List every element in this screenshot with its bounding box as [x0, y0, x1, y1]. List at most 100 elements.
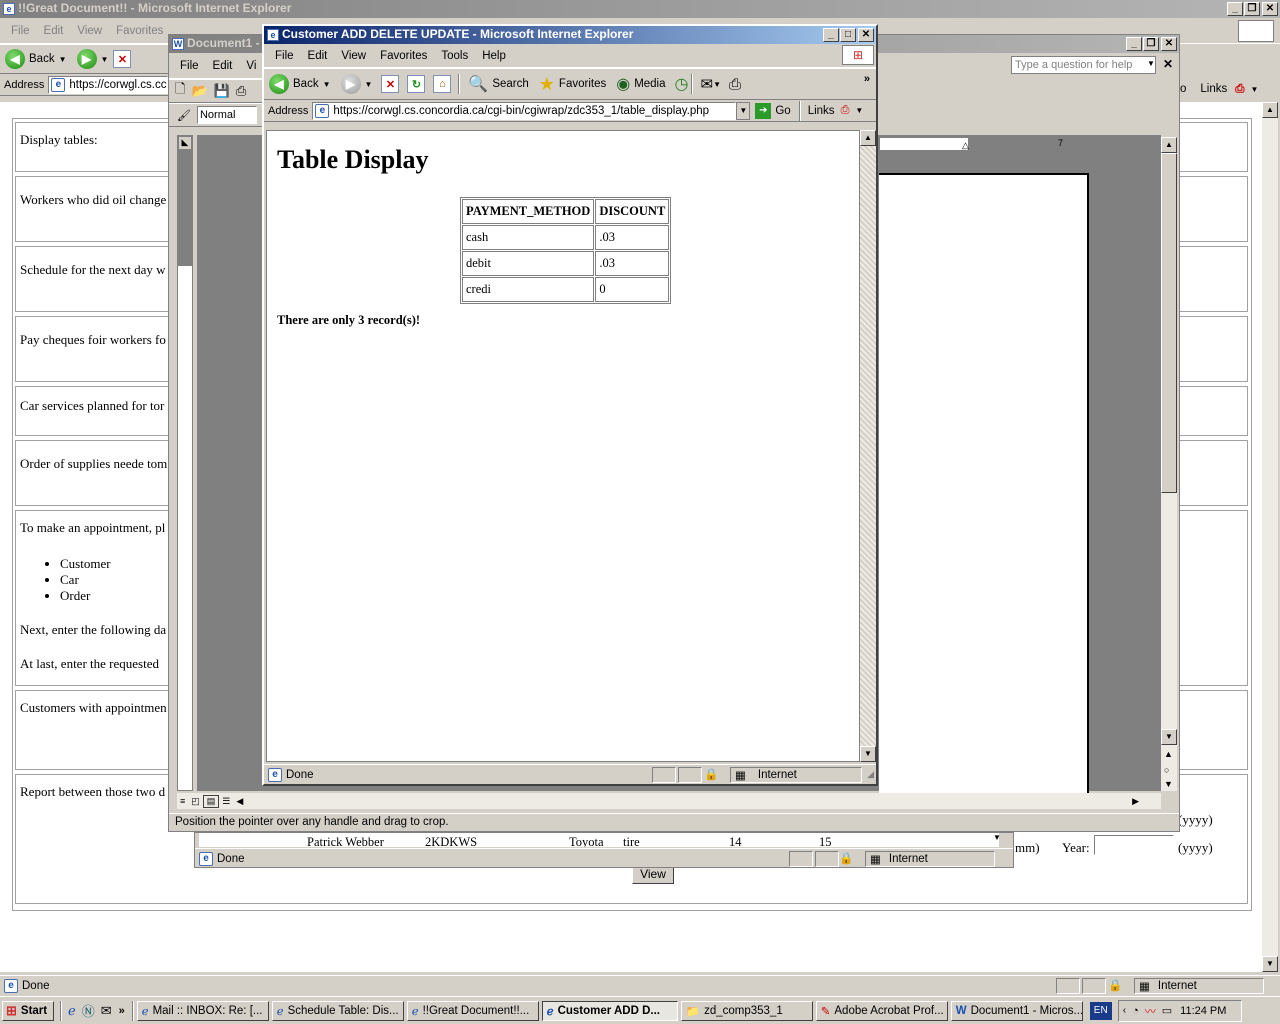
- popup-links-button[interactable]: Links: [808, 105, 835, 117]
- page-icon: e: [51, 77, 66, 92]
- normal-view-icon[interactable]: ≡: [177, 796, 188, 806]
- task-word[interactable]: W Document1 - Micros...: [950, 1000, 1083, 1021]
- main-forward-button[interactable]: ▶ ▼: [72, 47, 114, 71]
- word-minimize-button[interactable]: _: [1126, 37, 1142, 51]
- popup-maximize-button[interactable]: □: [840, 28, 856, 42]
- restore-button[interactable]: ❐: [1244, 2, 1260, 16]
- print-icon[interactable]: ⎙: [729, 76, 741, 93]
- task-schedule[interactable]: ℯ Schedule Table: Dis...: [271, 1000, 404, 1021]
- word-hscroll[interactable]: ≡ ◰ ▤ ☰ ◀ ▶: [177, 793, 1161, 809]
- task-folder[interactable]: 📁 zd_comp353_1: [680, 1000, 813, 1021]
- help-dropdown-icon[interactable]: ▼: [1147, 59, 1155, 68]
- task-acrobat[interactable]: ✎ Adobe Acrobat Prof...: [815, 1000, 948, 1021]
- task-great-document[interactable]: ℯ !!Great Document!!...: [406, 1000, 539, 1021]
- menu-file[interactable]: File: [4, 25, 37, 37]
- main-title-bar[interactable]: e !!Great Document!! - Microsoft Interne…: [0, 0, 1280, 18]
- task-mail[interactable]: ℯ Mail :: INBOX: Re: [...: [136, 1000, 269, 1021]
- stop-icon[interactable]: ✕: [381, 75, 400, 93]
- popup-title-bar[interactable]: e Customer ADD DELETE UPDATE - Microsoft…: [264, 26, 876, 44]
- popup-ie-window: e Customer ADD DELETE UPDATE - Microsoft…: [262, 24, 878, 786]
- toolbar-chevron-icon[interactable]: »: [864, 73, 870, 85]
- popup-menu-view[interactable]: View: [334, 50, 373, 62]
- word-scroll-down[interactable]: ▼: [1161, 729, 1177, 745]
- word-menu-edit[interactable]: Edit: [206, 60, 240, 72]
- scroll-up-button[interactable]: ▲: [1262, 102, 1278, 118]
- popup-scroll-down[interactable]: ▼: [860, 746, 876, 762]
- print-icon[interactable]: ⎙: [236, 83, 246, 99]
- scroll-down-button[interactable]: ▼: [1262, 956, 1278, 972]
- refresh-icon[interactable]: ↻: [407, 75, 426, 93]
- word-scroll-thumb[interactable]: [1161, 153, 1177, 493]
- open-icon[interactable]: 📂: [191, 83, 207, 99]
- browse-object-icon[interactable]: ○: [1164, 765, 1169, 775]
- tray-icon-3[interactable]: ▭: [1162, 1004, 1172, 1017]
- quicklaunch-ie-icon[interactable]: ℯ: [68, 1003, 76, 1019]
- popup-go-button[interactable]: ➔ Go: [750, 101, 795, 121]
- task-customer[interactable]: ℯ Customer ADD D...: [541, 1000, 678, 1021]
- popup-scrollbar[interactable]: ▲ ▼: [860, 130, 876, 762]
- lang-indicator[interactable]: EN: [1089, 1001, 1112, 1020]
- page-icon: e: [268, 767, 282, 782]
- popup-menu-tools[interactable]: Tools: [434, 50, 475, 62]
- popup-media-button[interactable]: ◉ Media: [611, 72, 670, 96]
- acrobat-icon[interactable]: ⎙: [1235, 83, 1244, 96]
- save-icon[interactable]: 💾: [214, 83, 230, 99]
- tray-icon-2[interactable]: 〰: [1145, 1003, 1156, 1019]
- main-links-button[interactable]: Links: [1200, 83, 1227, 95]
- popup-back-button[interactable]: ◀ Back ▼: [264, 72, 336, 96]
- mail-icon[interactable]: ✉: [700, 75, 713, 93]
- quicklaunch-netscape-icon[interactable]: Ⓝ: [82, 1001, 95, 1020]
- close-button[interactable]: ✕: [1262, 2, 1278, 16]
- quicklaunch-more-icon[interactable]: »: [119, 1005, 125, 1017]
- next-page-icon[interactable]: ▼: [1164, 779, 1173, 789]
- embedded-scroll-down[interactable]: ▼: [993, 833, 1001, 842]
- popup-scroll-up[interactable]: ▲: [860, 130, 876, 146]
- word-scroll-up[interactable]: ▲: [1161, 137, 1177, 153]
- web-view-icon[interactable]: ◰: [188, 796, 203, 807]
- resize-grip-icon[interactable]: ◢: [867, 769, 874, 780]
- tray-arrow-icon[interactable]: ‹: [1123, 1005, 1126, 1016]
- stop-icon[interactable]: ✕: [113, 50, 132, 68]
- tray-icon-1[interactable]: ◔: [1132, 1005, 1139, 1017]
- popup-favorites-button[interactable]: ★ Favorites: [534, 72, 611, 96]
- main-scrollbar[interactable]: ▲ ▼: [1262, 102, 1278, 972]
- menu-favorites[interactable]: Favorites: [109, 25, 170, 37]
- main-address-input[interactable]: e https://corwgl.cs.cc: [48, 75, 169, 94]
- minimize-button[interactable]: _: [1227, 2, 1243, 16]
- style-select[interactable]: Normal: [196, 106, 257, 124]
- new-doc-icon[interactable]: 🗋: [175, 80, 185, 102]
- popup-menu-help[interactable]: Help: [475, 50, 513, 62]
- print-view-icon[interactable]: ▤: [202, 794, 220, 808]
- horizontal-ruler: 7 △: [879, 137, 1086, 151]
- word-menu-view[interactable]: Vi: [239, 60, 263, 72]
- popup-minimize-button[interactable]: _: [823, 28, 839, 42]
- popup-search-button[interactable]: 🔍 Search: [463, 72, 533, 96]
- history-icon[interactable]: ◷: [675, 74, 689, 94]
- word-restore-button[interactable]: ❐: [1143, 37, 1159, 51]
- outline-view-icon[interactable]: ☰: [219, 796, 233, 807]
- hscroll-right[interactable]: ▶: [1132, 796, 1139, 807]
- popup-address-input[interactable]: e https://corwgl.cs.concordia.ca/cgi-bin/…: [312, 101, 737, 120]
- main-back-button[interactable]: ◀ Back ▼: [0, 47, 72, 71]
- popup-menu-file[interactable]: File: [268, 50, 301, 62]
- acrobat-icon[interactable]: ⎙: [841, 104, 850, 117]
- menu-view[interactable]: View: [70, 25, 109, 37]
- popup-menu-favorites[interactable]: Favorites: [373, 50, 434, 62]
- word-scrollbar[interactable]: ▲ ▼ ▲ ○ ▼: [1161, 137, 1177, 791]
- quicklaunch-outlook-icon[interactable]: ✉: [101, 1003, 112, 1019]
- word-close-button[interactable]: ✕: [1161, 37, 1177, 51]
- popup-menu-edit[interactable]: Edit: [301, 50, 335, 62]
- popup-forward-button[interactable]: ▶ ▼: [336, 72, 378, 96]
- year-input[interactable]: [1094, 835, 1174, 855]
- prev-page-icon[interactable]: ▲: [1164, 749, 1173, 759]
- word-doc-close-icon[interactable]: ✕: [1163, 57, 1173, 71]
- word-menu-file[interactable]: File: [173, 60, 206, 72]
- menu-edit[interactable]: Edit: [37, 25, 71, 37]
- address-dropdown-icon[interactable]: ▼: [736, 101, 751, 120]
- start-button[interactable]: ⊞ Start: [2, 1000, 54, 1021]
- popup-close-button[interactable]: ✕: [858, 28, 874, 42]
- indent-marker-icon[interactable]: △: [962, 140, 969, 151]
- home-icon[interactable]: ⌂: [433, 75, 452, 93]
- help-search-input[interactable]: Type a question for help: [1011, 56, 1156, 74]
- hscroll-left[interactable]: ◀: [233, 796, 246, 807]
